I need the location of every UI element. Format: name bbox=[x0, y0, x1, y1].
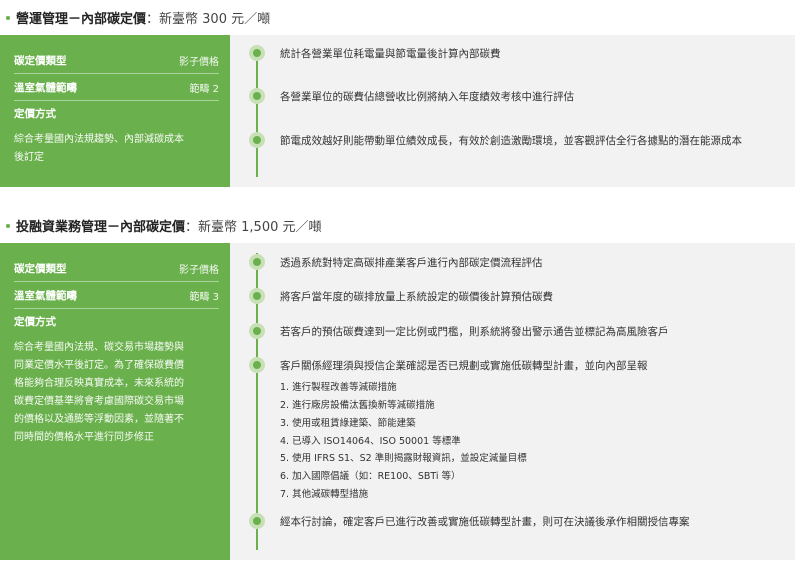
timeline-step: 將客戶當年度的碳排放量上系統設定的碳價後計算預估碳費 bbox=[280, 291, 553, 303]
financing-info-panel: 碳定價類型 影子價格 溫室氣體範疇 範疇 3 定價方式 綜合考量國內法規、碳交易… bbox=[0, 243, 230, 560]
timeline-step: 客戶關係經理須與授信企業確認是否已規劃或實施低碳轉型計畫，並向內部呈報 bbox=[280, 360, 648, 372]
section-title-financing: 投融資業務管理－內部碳定價：新臺幣 1,500 元／噸 bbox=[6, 216, 322, 235]
desc-line: 的價格以及通膨等浮動因素，並隨著不 bbox=[14, 414, 184, 425]
sub-item: 3. 使用或租賃綠建築、節能建築 bbox=[280, 418, 416, 429]
timeline-step: 若客戶的預估碳費達到一定比例或門檻，則系統將發出警示通告並標記為高風險客戶 bbox=[280, 326, 669, 338]
info-value: 影子價格 bbox=[179, 264, 219, 276]
financing-card: 碳定價類型 影子價格 溫室氣體範疇 範疇 3 定價方式 綜合考量國內法規、碳交易… bbox=[0, 243, 795, 560]
timeline-step: 經本行討論，確定客戶已進行改善或實施低碳轉型計畫，則可在決議後承作相關授信專案 bbox=[280, 516, 690, 528]
desc-line: 格能夠合理反映真實成本，未來系統的 bbox=[14, 378, 184, 389]
section-title-price: ：新臺幣 300 元／噸 bbox=[146, 12, 271, 27]
info-key: 定價方式 bbox=[14, 315, 56, 328]
section-title-operations: 營運管理－內部碳定價：新臺幣 300 元／噸 bbox=[6, 8, 270, 27]
info-key: 溫室氣體範疇 bbox=[14, 289, 77, 302]
timeline-node-icon bbox=[249, 513, 265, 529]
info-value: 範疇 3 bbox=[189, 291, 219, 303]
timeline-step: 各營業單位的碳費佔總營收比例將納入年度績效考核中進行評估 bbox=[280, 91, 574, 103]
info-row-method: 定價方式 bbox=[14, 101, 219, 125]
bullet-dot-icon bbox=[6, 223, 10, 228]
operations-card: 碳定價類型 影子價格 溫室氣體範疇 範疇 2 定價方式 綜合考量國內法規趨勢、內… bbox=[0, 35, 795, 187]
desc-line: 同時間的價格水平進行同步修正 bbox=[14, 432, 154, 443]
info-row-scope: 溫室氣體範疇 範疇 2 bbox=[14, 74, 219, 101]
info-value: 範疇 2 bbox=[189, 83, 219, 95]
timeline-node-icon bbox=[249, 88, 265, 104]
info-row-scope: 溫室氣體範疇 範疇 3 bbox=[14, 282, 219, 309]
timeline-node-icon bbox=[249, 45, 265, 61]
section-title-bold: 投融資業務管理－內部碳定價 bbox=[16, 220, 186, 235]
timeline-node-icon bbox=[249, 323, 265, 339]
timeline-node-icon bbox=[249, 132, 265, 148]
timeline-step: 統計各營業單位耗電量與節電量後計算內部碳費 bbox=[280, 48, 501, 60]
sub-item: 4. 已導入 ISO14064、ISO 50001 等標準 bbox=[280, 436, 461, 447]
operations-timeline: 統計各營業單位耗電量與節電量後計算內部碳費 各營業單位的碳費佔總營收比例將納入年… bbox=[230, 35, 795, 187]
desc-line: 綜合考量國內法規、碳交易市場趨勢與 bbox=[14, 342, 184, 353]
desc-line: 同業定價水平後訂定。為了確保碳費價 bbox=[14, 360, 184, 371]
method-description: 綜合考量國內法規趨勢、內部減碳成本 後訂定 bbox=[14, 125, 219, 167]
timeline-node-icon bbox=[249, 288, 265, 304]
timeline-node-icon bbox=[249, 357, 265, 373]
sub-item: 7. 其他減碳轉型措施 bbox=[280, 489, 369, 500]
info-key: 碳定價類型 bbox=[14, 54, 67, 67]
bullet-dot-icon bbox=[6, 15, 10, 20]
section-title-price: ：新臺幣 1,500 元／噸 bbox=[185, 220, 322, 235]
desc-line: 後訂定 bbox=[14, 152, 44, 163]
info-row-method: 定價方式 bbox=[14, 309, 219, 333]
sub-item: 1. 進行製程改善等減碳措施 bbox=[280, 382, 397, 393]
timeline-node-icon bbox=[249, 254, 265, 270]
timeline-line bbox=[256, 45, 258, 177]
operations-info-panel: 碳定價類型 影子價格 溫室氣體範疇 範疇 2 定價方式 綜合考量國內法規趨勢、內… bbox=[0, 35, 230, 187]
financing-timeline: 透過系統對特定高碳排產業客戶進行內部碳定價流程評估 將客戶當年度的碳排放量上系統… bbox=[230, 243, 795, 560]
info-row-type: 碳定價類型 影子價格 bbox=[14, 255, 219, 282]
sub-item: 2. 進行廠房設備汰舊換新等減碳措施 bbox=[280, 400, 435, 411]
sub-item: 6. 加入國際倡議（如：RE100、SBTi 等） bbox=[280, 471, 461, 482]
desc-line: 碳費定價基準將會考慮國際碳交易市場 bbox=[14, 396, 184, 407]
section-title-bold: 營運管理－內部碳定價 bbox=[16, 12, 147, 27]
info-key: 碳定價類型 bbox=[14, 262, 67, 275]
info-value: 影子價格 bbox=[179, 56, 219, 68]
info-row-type: 碳定價類型 影子價格 bbox=[14, 47, 219, 74]
method-description: 綜合考量國內法規、碳交易市場趨勢與 同業定價水平後訂定。為了確保碳費價 格能夠合… bbox=[14, 333, 219, 447]
info-key: 定價方式 bbox=[14, 107, 56, 120]
desc-line: 綜合考量國內法規趨勢、內部減碳成本 bbox=[14, 134, 184, 145]
info-key: 溫室氣體範疇 bbox=[14, 81, 77, 94]
timeline-step: 節電成效越好則能帶動單位績效成長，有效於創造激勵環境，並客觀評估全行各據點的潛在… bbox=[280, 135, 742, 147]
sub-item: 5. 使用 IFRS S1、S2 準則揭露財報資訊，並設定減量目標 bbox=[280, 453, 527, 464]
timeline-step: 透過系統對特定高碳排產業客戶進行內部碳定價流程評估 bbox=[280, 257, 543, 269]
